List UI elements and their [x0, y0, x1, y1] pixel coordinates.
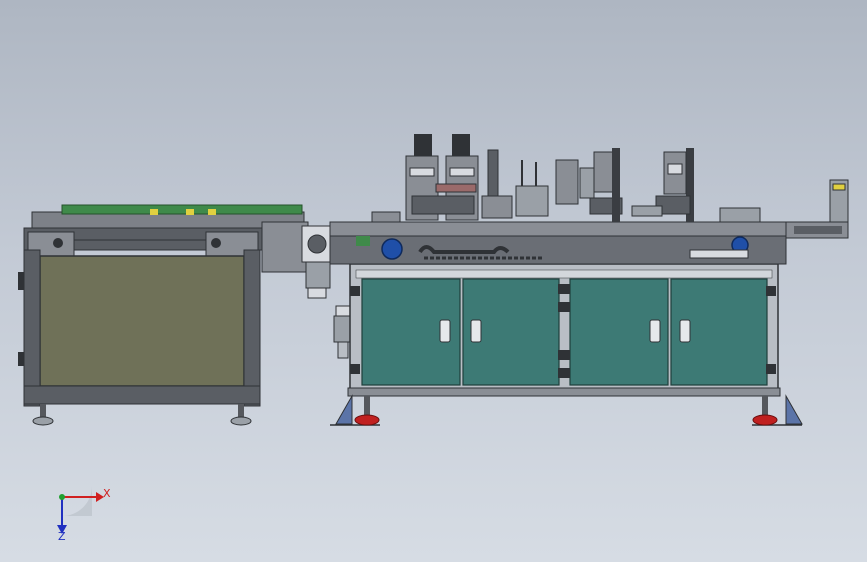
press-tool — [435, 183, 477, 193]
axis-x-label: X — [103, 487, 111, 500]
red-foot — [354, 414, 380, 426]
corner-bracket — [766, 286, 776, 296]
pick-arm — [579, 167, 595, 199]
right-post — [243, 249, 261, 407]
sensor-block — [371, 211, 401, 223]
machine-model-view[interactable] — [0, 0, 867, 562]
guide-block — [719, 207, 761, 223]
corner-bracket — [350, 364, 360, 374]
feeder-block — [481, 195, 513, 219]
leveling-foot — [230, 416, 252, 426]
cylinder-cap — [452, 134, 470, 156]
door-handle[interactable] — [470, 319, 482, 343]
press-base — [411, 195, 475, 215]
roller-tube — [689, 249, 749, 259]
belt-marker — [150, 209, 158, 215]
turntable-station — [515, 185, 549, 217]
leg-gusset — [335, 394, 353, 425]
foot-stem — [762, 396, 768, 416]
servo-motor — [381, 238, 403, 260]
door-handle[interactable] — [679, 319, 691, 343]
guide-column — [487, 149, 499, 201]
corner-bracket — [558, 368, 570, 378]
sensor-green — [356, 236, 370, 246]
foot-stem — [364, 396, 370, 416]
left-post — [23, 249, 41, 407]
cabinet-top-rail — [355, 269, 773, 279]
triad-shadow — [62, 486, 92, 516]
left-conveyor-unit[interactable] — [18, 204, 305, 426]
motor-body — [305, 261, 331, 289]
indicator-plate — [832, 183, 846, 191]
side-bracket — [18, 352, 24, 366]
corner-bracket — [766, 364, 776, 374]
transfer-plate — [631, 205, 663, 217]
door-handle[interactable] — [439, 319, 451, 343]
leveling-foot-stem — [238, 404, 244, 418]
leveling-foot-stem — [40, 404, 46, 418]
door-handle[interactable] — [649, 319, 661, 343]
belt-marker — [208, 209, 216, 215]
bottom-frame — [23, 385, 261, 405]
cabinet-base-beam — [347, 387, 781, 397]
main-cabinet[interactable] — [330, 263, 803, 426]
regulator-head — [335, 305, 351, 317]
belt-marker — [186, 209, 194, 215]
conveyor-green-belt — [61, 204, 303, 215]
transfer-motor-assembly[interactable] — [261, 221, 333, 299]
gearbox-housing — [261, 221, 309, 273]
cylinder-cap — [414, 134, 432, 156]
bearing-hole — [211, 238, 221, 248]
axis-z-label: Z — [58, 530, 66, 543]
corner-bracket — [558, 284, 570, 294]
bearing-hole — [53, 238, 63, 248]
leg-gusset — [785, 394, 803, 425]
outfeed-rollers — [794, 226, 842, 234]
press-slide — [449, 167, 475, 177]
y-axis-origin — [59, 494, 65, 500]
axis-triad — [57, 486, 104, 534]
corner-bracket — [558, 350, 570, 360]
side-bracket — [18, 272, 24, 290]
main-rail — [329, 221, 787, 237]
leveling-foot — [32, 416, 54, 426]
upright-post — [612, 148, 620, 222]
motor-endcap — [307, 287, 327, 299]
pick-cylinder — [593, 151, 615, 193]
motor-shaft — [307, 234, 327, 254]
unload-slide — [667, 163, 683, 175]
press-slide — [409, 167, 435, 177]
corner-bracket — [350, 286, 360, 296]
pick-station — [555, 159, 579, 205]
conveyor-side-panel — [39, 255, 245, 387]
corner-bracket — [558, 302, 570, 312]
cad-viewport[interactable]: X Z — [0, 0, 867, 562]
filter-drain — [337, 341, 349, 359]
red-foot — [752, 414, 778, 426]
